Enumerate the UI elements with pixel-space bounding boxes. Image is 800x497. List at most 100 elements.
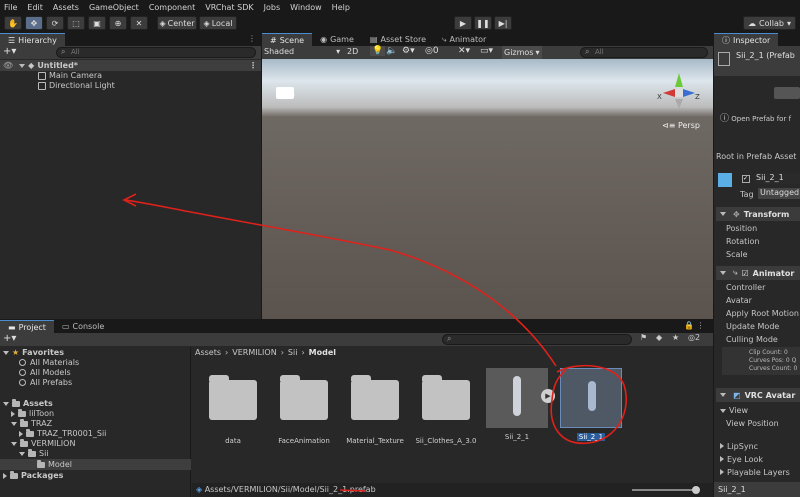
shading-mode-dropdown[interactable]: Shaded ▾ [264,47,340,56]
collab-button[interactable]: ☁ Collab ▾ [743,16,796,30]
gizmo-x-axis[interactable] [663,89,675,97]
camera-settings-icon[interactable]: ▭▾ [480,46,493,56]
collapse-arrow-icon[interactable] [19,430,23,437]
gizmo-center[interactable] [675,89,683,97]
active-checkbox[interactable]: ✓ [742,175,750,183]
menu-window[interactable]: Window [290,3,322,12]
menu-jobs[interactable]: Jobs [264,3,281,12]
scene-viewport[interactable]: X Z ⊲≡ Persp [262,59,713,319]
step-button[interactable]: ▶| [494,16,512,30]
icon-size-slider[interactable] [632,489,696,491]
asset-folder[interactable]: Material_Texture [340,368,410,445]
add-icon[interactable]: +▾ [3,46,16,57]
scale-tool-icon[interactable]: ⬚ [67,16,85,30]
menu-edit[interactable]: Edit [27,3,43,12]
breadcrumb-item[interactable]: Assets [195,348,221,357]
collapse-arrow-icon[interactable] [3,472,7,479]
expand-arrow-icon[interactable] [720,271,726,275]
create-asset-icon[interactable]: +▾ [3,333,16,344]
open-button[interactable] [774,87,800,99]
breadcrumb-item[interactable]: VERMILION [232,348,276,357]
expand-arrow-icon[interactable] [19,63,26,68]
persp-label[interactable]: ⊲≡ Persp [662,121,700,130]
menu-component[interactable]: Component [149,3,195,12]
pause-button[interactable]: ❚❚ [474,16,492,30]
filter-by-type-icon[interactable]: ⚑ [640,333,647,342]
menu-help[interactable]: Help [332,3,350,12]
animator-enabled-checkbox[interactable]: ☑ [741,269,748,278]
tree-item[interactable]: Sii [19,448,49,459]
expand-arrow-icon[interactable] [720,409,726,413]
tab-console[interactable]: ▭ Console [53,320,113,333]
collapse-arrow-icon[interactable] [720,456,724,462]
icon-size-slider-thumb[interactable] [692,486,700,494]
tab-scene[interactable]: # Scene [262,33,313,46]
tab-animator[interactable]: ⤷ Animator [434,33,495,46]
collapse-arrow-icon[interactable] [720,469,724,475]
vrc-playable-row[interactable]: Playable Layers [720,468,790,477]
hidden-objects-icon[interactable]: ◎0 [425,46,439,56]
tab-asset-store[interactable]: ▤ Asset Store [361,33,435,46]
hierarchy-search-input[interactable]: All [56,47,256,58]
hand-tool-icon[interactable]: ✋ [4,16,22,30]
tree-item-selected[interactable]: Model [0,459,191,470]
expand-arrow-icon[interactable] [3,401,9,406]
rotate-tool-icon[interactable]: ⟳ [46,16,64,30]
asset-folder[interactable]: data [198,368,268,445]
audio-toggle-icon[interactable]: 🔈 [386,46,397,56]
asset-folder[interactable]: Sii_Clothes_A_3.0 [411,368,481,445]
vrc-eyelook-row[interactable]: Eye Look [720,455,763,464]
project-search-input[interactable] [442,334,632,345]
collapse-arrow-icon[interactable] [11,410,15,417]
favorite-icon[interactable]: ★ [672,333,679,342]
collapse-arrow-icon[interactable] [720,443,724,449]
mode-2d-toggle[interactable]: 2D [347,47,358,56]
panel-menu-icon[interactable]: ⋮ [248,34,256,43]
breadcrumb-item[interactable]: Model [309,348,336,357]
visibility-icon[interactable]: 👁 [3,61,13,70]
tools-icon[interactable]: ✕▾ [458,46,470,56]
scene-search-input[interactable]: All [580,47,708,58]
rect-tool-icon[interactable]: ▣ [88,16,106,30]
scene-menu-icon[interactable]: ⋮ [249,61,257,70]
tab-hierarchy[interactable]: ☰ Hierarchy [0,33,65,46]
lock-icon[interactable]: 🔒 ⋮ [684,321,705,330]
vrc-lipsync-row[interactable]: LipSync [720,442,758,451]
pivot-local-button[interactable]: ◈ Local [199,16,237,30]
expand-arrow-icon[interactable] [11,421,17,426]
expand-model-icon[interactable]: ▶ [541,389,555,403]
menu-gameobject[interactable]: GameObject [89,3,139,12]
animator-header[interactable]: ⤷ ☑ Animator [716,266,800,280]
menu-vrchat-sdk[interactable]: VRChat SDK [205,3,253,12]
hidden-packages-icon[interactable]: ◎2 [688,333,700,342]
filter-by-label-icon[interactable]: ◆ [656,333,662,342]
hierarchy-item[interactable]: Directional Light [38,80,115,91]
tab-game[interactable]: ◉ Game [312,33,362,46]
transform-tool-icon[interactable]: ⊕ [109,16,127,30]
gizmo-neg-y-axis[interactable] [675,99,683,109]
effects-toggle-icon[interactable]: ⚙▾ [402,46,415,56]
asset-prefab[interactable]: Sii_2_1 [556,368,626,441]
orientation-gizmo[interactable]: X Z [655,69,707,121]
packages-row[interactable]: Packages [3,470,63,481]
gizmo-z-axis[interactable] [683,89,695,97]
tab-project[interactable]: ▬ Project [0,320,54,333]
breadcrumb-item[interactable]: Sii [288,348,298,357]
play-button[interactable]: ▶ [454,16,472,30]
asset-folder[interactable]: FaceAnimation [269,368,339,445]
tab-inspector[interactable]: ⓘ Inspector [714,33,779,46]
gizmos-dropdown[interactable]: Gizmos ▾ [502,46,542,59]
menu-file[interactable]: File [4,3,17,12]
gizmo-y-axis[interactable] [675,73,683,87]
expand-arrow-icon[interactable] [19,451,25,456]
favorite-item[interactable]: All Prefabs [19,377,72,388]
move-tool-icon[interactable]: ✥ [25,16,43,30]
object-name-field[interactable]: Sii_2_1 [754,173,800,184]
expand-arrow-icon[interactable] [3,350,9,355]
pivot-center-button[interactable]: ◈ Center [157,16,197,30]
expand-arrow-icon[interactable] [720,393,726,397]
tag-dropdown[interactable]: Untagged [758,188,800,199]
vrc-avatar-header[interactable]: ◩ VRC Avatar [716,388,800,402]
expand-arrow-icon[interactable] [11,441,17,446]
menu-assets[interactable]: Assets [53,3,79,12]
